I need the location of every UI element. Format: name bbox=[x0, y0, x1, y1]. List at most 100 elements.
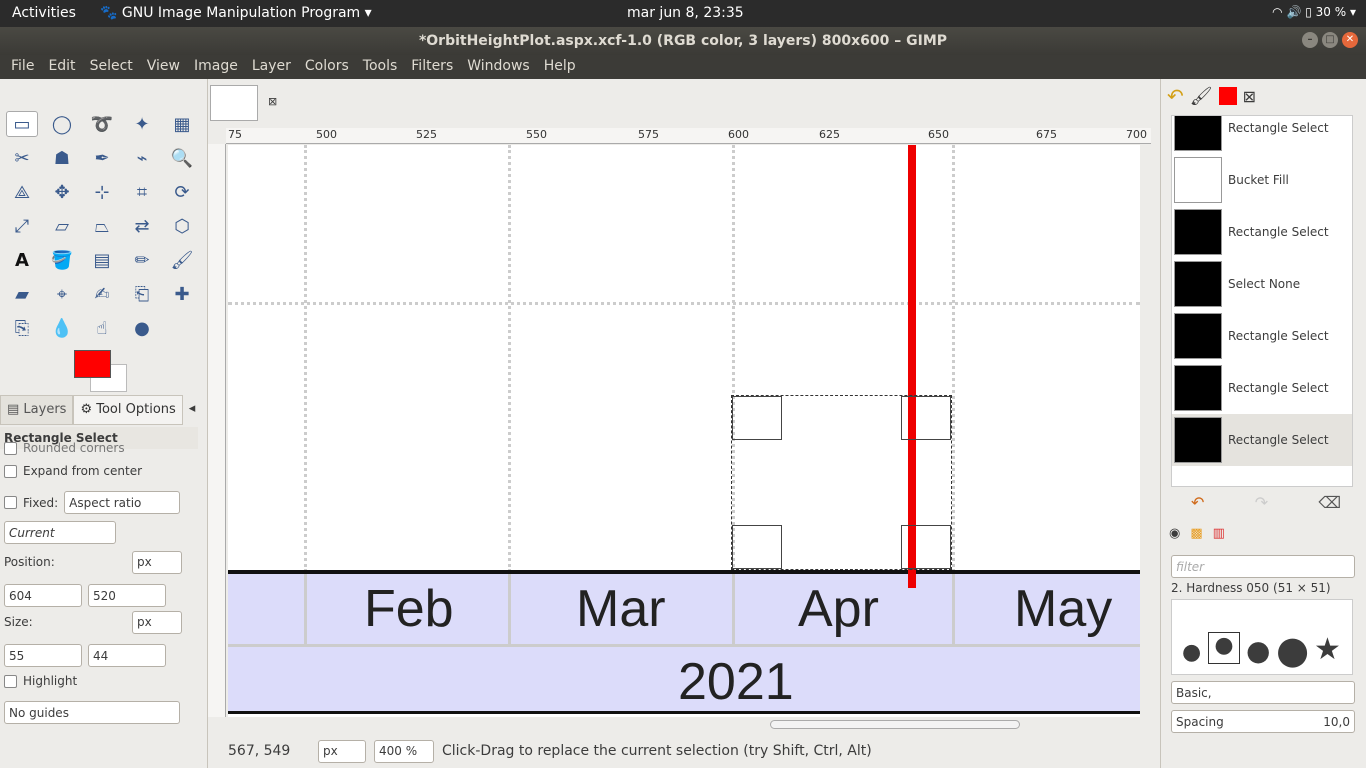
airbrush-icon[interactable]: ⌖ bbox=[42, 277, 82, 311]
brush-selected-icon[interactable]: ● bbox=[1208, 632, 1240, 664]
cage-icon[interactable]: ⬡ bbox=[162, 209, 202, 243]
list-item[interactable]: Rectangle Select bbox=[1172, 362, 1352, 414]
unit-select[interactable]: px bbox=[318, 739, 366, 763]
foreground-select-icon[interactable]: ☗ bbox=[42, 141, 82, 175]
blend-icon[interactable]: ▤ bbox=[82, 243, 122, 277]
perspective-icon[interactable]: ⏢ bbox=[82, 209, 122, 243]
paths-icon[interactable]: ✒ bbox=[82, 141, 122, 175]
activities-button[interactable]: Activities bbox=[12, 5, 76, 21]
brush-star-icon[interactable]: ★ bbox=[1314, 632, 1341, 667]
horizontal-scrollbar[interactable] bbox=[228, 717, 1140, 731]
rectangle-selection[interactable] bbox=[731, 395, 952, 570]
vertical-scrollbar[interactable] bbox=[1141, 145, 1155, 717]
paintbrush-icon[interactable]: 🖌 bbox=[162, 243, 202, 277]
zoom-icon[interactable]: 🔍 bbox=[162, 141, 202, 175]
redo-icon[interactable]: ↷ bbox=[1255, 493, 1268, 512]
vertical-ruler[interactable] bbox=[208, 144, 226, 717]
maximize-button[interactable]: □ bbox=[1322, 32, 1338, 48]
fixed-mode-select[interactable]: Aspect ratio bbox=[64, 491, 181, 514]
heal-icon[interactable]: ✚ bbox=[162, 277, 202, 311]
expand-checkbox[interactable] bbox=[4, 464, 17, 478]
brush-hard-icon[interactable]: ● bbox=[1276, 628, 1309, 672]
bucket-fill-icon[interactable]: 🪣 bbox=[42, 243, 82, 277]
image-tab-thumbnail[interactable] bbox=[210, 85, 258, 121]
size-w-input[interactable]: 55 bbox=[4, 644, 82, 667]
position-x-input[interactable]: 604 bbox=[4, 584, 82, 607]
dodge-burn-icon[interactable]: ● bbox=[122, 311, 162, 345]
selection-handle[interactable] bbox=[732, 525, 782, 569]
minimize-button[interactable]: – bbox=[1302, 32, 1318, 48]
list-item[interactable]: Select None bbox=[1172, 258, 1352, 310]
close-tab-icon[interactable]: ⊠ bbox=[268, 95, 277, 108]
shear-icon[interactable]: ▱ bbox=[42, 209, 82, 243]
color-selector[interactable] bbox=[74, 350, 128, 392]
brush-preset-select[interactable]: Basic, bbox=[1171, 681, 1355, 704]
align-icon[interactable]: ⊹ bbox=[82, 175, 122, 209]
brush-fuzzy-icon[interactable]: ● bbox=[1182, 640, 1201, 665]
image-canvas[interactable]: Feb Mar Apr May 2021 bbox=[228, 145, 1140, 717]
clock[interactable]: mar jun 8, 23:35 bbox=[627, 5, 744, 21]
blur-icon[interactable]: 💧 bbox=[42, 311, 82, 345]
rounded-corners-checkbox[interactable] bbox=[4, 441, 17, 455]
paint-tab-icon[interactable]: 🖌 bbox=[1190, 86, 1213, 107]
list-item[interactable]: Bucket Fill bbox=[1172, 154, 1352, 206]
brush-round-icon[interactable]: ● bbox=[1246, 634, 1270, 667]
menu-tools[interactable]: Tools bbox=[356, 55, 405, 79]
selection-handle[interactable] bbox=[732, 396, 782, 440]
scissors-icon[interactable]: ✂ bbox=[2, 141, 42, 175]
rotate-icon[interactable]: ⟳ bbox=[162, 175, 202, 209]
rounded-corners-row[interactable]: Rounded corners bbox=[4, 441, 125, 455]
brush-grid[interactable]: ● ● ● ● ★ bbox=[1171, 599, 1353, 675]
brush-filter-input[interactable]: filter bbox=[1171, 555, 1355, 578]
scroll-thumb[interactable] bbox=[770, 720, 1020, 729]
guides-select[interactable]: No guides bbox=[4, 701, 180, 724]
tab-layers[interactable]: ▤ Layers bbox=[0, 395, 74, 425]
color-select-icon[interactable]: ▦ bbox=[162, 107, 202, 141]
app-menu[interactable]: 🐾 GNU Image Manipulation Program ▾ bbox=[100, 5, 372, 21]
highlight-checkbox[interactable] bbox=[4, 674, 17, 688]
patterns-tab-icon[interactable]: ▩ bbox=[1190, 526, 1202, 541]
position-unit-select[interactable]: px bbox=[132, 550, 182, 574]
undo-history-tab-icon[interactable]: ↶ bbox=[1167, 84, 1184, 108]
menu-help[interactable]: Help bbox=[537, 55, 583, 79]
undo-icon[interactable]: ↶ bbox=[1191, 493, 1204, 512]
zoom-select[interactable]: 400 % bbox=[374, 739, 434, 763]
tab-tool-options[interactable]: ⚙ Tool Options bbox=[73, 395, 183, 425]
color-picker-icon[interactable]: ⌁ bbox=[122, 141, 162, 175]
size-unit-select[interactable]: px bbox=[132, 610, 182, 634]
horizontal-ruler[interactable]: 75 500 525 550 575 600 625 650 675 700 bbox=[226, 128, 1151, 144]
menu-view[interactable]: View bbox=[140, 55, 187, 79]
selection-handle[interactable] bbox=[901, 525, 951, 569]
smudge-icon[interactable]: ☝ bbox=[82, 311, 122, 345]
ink-icon[interactable]: ✍ bbox=[82, 277, 122, 311]
fixed-checkbox[interactable] bbox=[4, 496, 17, 509]
color-tab-icon[interactable] bbox=[1218, 87, 1237, 105]
menu-windows[interactable]: Windows bbox=[460, 55, 537, 79]
brushes-tab-icon[interactable]: ◉ bbox=[1169, 526, 1180, 541]
pointer-tab-icon[interactable]: ⊠ bbox=[1243, 87, 1256, 106]
list-item[interactable]: Rectangle Select bbox=[1172, 310, 1352, 362]
flip-icon[interactable]: ⇄ bbox=[122, 209, 162, 243]
gradients-tab-icon[interactable]: ▥ bbox=[1213, 526, 1225, 541]
clear-history-icon[interactable]: ⌫ bbox=[1318, 493, 1341, 512]
text-icon[interactable]: A bbox=[2, 243, 42, 277]
foreground-color[interactable] bbox=[74, 350, 111, 378]
perspective-clone-icon[interactable]: ⎘ bbox=[2, 311, 42, 345]
list-item[interactable]: Rectangle Select bbox=[1172, 206, 1352, 258]
rect-select-icon[interactable]: ▭ bbox=[6, 111, 38, 137]
close-button[interactable]: ✕ bbox=[1342, 32, 1358, 48]
position-y-input[interactable]: 520 bbox=[88, 584, 166, 607]
ratio-input[interactable]: Current bbox=[4, 521, 116, 544]
menu-layer[interactable]: Layer bbox=[245, 55, 298, 79]
spacing-slider[interactable]: Spacing 10,0 bbox=[1171, 710, 1355, 733]
highlight-row[interactable]: Highlight bbox=[4, 674, 77, 688]
size-h-input[interactable]: 44 bbox=[88, 644, 166, 667]
scale-icon[interactable]: ⤢ bbox=[2, 209, 42, 243]
crop-icon[interactable]: ⌗ bbox=[122, 175, 162, 209]
ellipse-select-icon[interactable]: ◯ bbox=[42, 107, 82, 141]
pencil-icon[interactable]: ✏ bbox=[122, 243, 162, 277]
menu-image[interactable]: Image bbox=[187, 55, 245, 79]
move-icon[interactable]: ✥ bbox=[42, 175, 82, 209]
menu-filters[interactable]: Filters bbox=[404, 55, 460, 79]
menu-file[interactable]: File bbox=[4, 55, 41, 79]
